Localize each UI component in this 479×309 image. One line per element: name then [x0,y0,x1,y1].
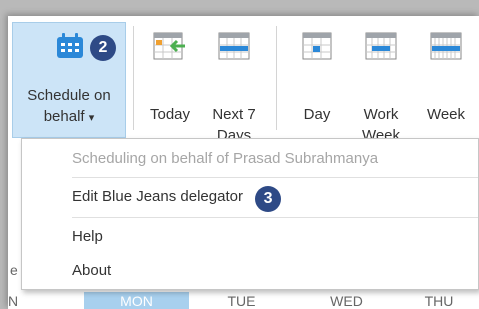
step-badge-3: 3 [255,186,282,212]
next-7-days-button[interactable]: Next 7 Days [202,22,266,144]
calendar-work-week-icon [365,32,397,60]
ribbon-separator [276,26,277,130]
schedule-on-behalf-line2: behalf [43,108,85,125]
day-header-wed[interactable]: WED [294,292,399,309]
calendar-day-icon [302,32,332,60]
week-view-button[interactable]: Week [416,22,476,138]
week-label: Week [426,106,466,123]
schedule-on-behalf-line2-wrap: behalf ▾ [13,106,125,129]
calendar-week-icon [218,32,250,60]
today-button[interactable]: Today [140,22,200,138]
ribbon: 2 Schedule on behalf ▾ Today Next 7 Days… [8,16,479,144]
day-header-thu[interactable]: THU [399,292,479,309]
calendar-left-fragment-bottom: N [8,293,19,309]
schedule-on-behalf-button[interactable]: 2 Schedule on behalf ▾ [12,22,126,138]
schedule-on-behalf-menu: Scheduling on behalf of Prasad Subrahman… [21,138,479,290]
dropdown-arrow-icon: ▾ [88,112,95,124]
step-badge-2: 2 [90,35,116,61]
day-view-button[interactable]: Day [288,22,346,138]
today-label: Today [149,106,191,123]
menu-item-edit-delegator[interactable]: Edit Blue Jeans delegator 3 [22,179,478,215]
work-week-line1: Work [363,106,399,123]
next-7-days-line1: Next 7 [212,106,256,123]
edit-delegator-label: Edit Blue Jeans delegator [72,188,243,205]
menu-item-about[interactable]: About [22,253,478,289]
menu-separator [72,177,478,178]
calendar-today-arrow-icon [153,32,185,60]
schedule-on-behalf-line1: Schedule on [27,87,111,104]
menu-separator [72,217,478,218]
outlook-window: 2 Schedule on behalf ▾ Today Next 7 Days… [8,16,479,309]
menu-item-help[interactable]: Help [22,219,478,255]
day-header-tue[interactable]: TUE [189,292,294,309]
day-header-mon[interactable]: MON [84,292,189,309]
ribbon-separator [133,26,134,130]
menu-item-scheduling-on-behalf: Scheduling on behalf of Prasad Subrahman… [72,150,379,167]
calendar-left-fragment-top: e [10,262,18,278]
calendar-full-week-icon [430,32,462,60]
day-label: Day [303,106,331,123]
schedule-on-behalf-label: Schedule on behalf ▾ [13,85,125,129]
calendar-grid-icon [57,33,83,58]
work-week-view-button[interactable]: Work Week [350,22,412,144]
